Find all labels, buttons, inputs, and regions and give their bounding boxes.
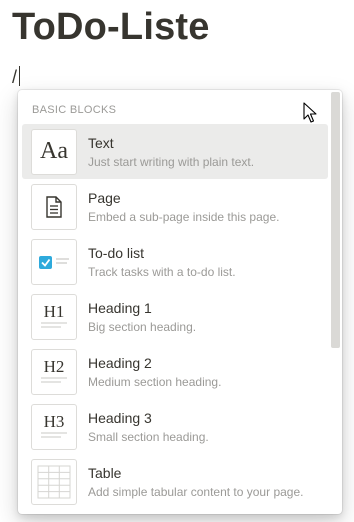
page-icon <box>31 183 77 230</box>
mouse-pointer-icon <box>303 102 317 123</box>
block-option-label: Page <box>88 189 121 206</box>
block-option-label: To-do list <box>88 244 145 261</box>
heading1-lines <box>41 322 67 328</box>
block-option-page[interactable]: Page Embed a sub-page inside this page. <box>22 179 328 234</box>
heading1-icon: H1 <box>31 293 77 340</box>
text-caret <box>19 66 21 86</box>
block-option-description: Just start writing with plain text. <box>88 154 255 169</box>
block-option-heading-1[interactable]: H1 Heading 1 Big section heading. <box>22 289 328 344</box>
block-option-label: Table <box>88 464 122 481</box>
block-option-label: Heading 1 <box>88 299 152 316</box>
text-aa-icon: Aa <box>31 128 77 175</box>
heading3-lines <box>41 432 67 438</box>
heading3-glyph: H3 <box>43 412 65 431</box>
block-insert-menu: BASIC BLOCKS Aa Text Just start writing … <box>18 90 342 514</box>
block-option-description: Medium section heading. <box>88 374 222 389</box>
block-option-label: Heading 3 <box>88 409 152 426</box>
heading1-glyph: H1 <box>43 302 65 321</box>
heading2-icon: H2 <box>31 348 77 395</box>
heading2-lines <box>41 377 67 383</box>
block-option-todo-list[interactable]: To-do list Track tasks with a to-do list… <box>22 234 328 289</box>
block-option-label: Text <box>88 134 114 151</box>
block-list: Aa Text Just start writing with plain te… <box>22 124 328 509</box>
table-grid-glyph <box>37 465 71 498</box>
checkbox-icon <box>31 238 77 285</box>
block-option-label: Heading 2 <box>88 354 152 371</box>
editor-page: ToDo-Liste / BASIC BLOCKS Aa Text Just s… <box>0 0 354 522</box>
block-option-description: Small section heading. <box>88 429 209 444</box>
todo-checkbox-glyph <box>39 255 69 269</box>
block-option-description: Big section heading. <box>88 319 197 334</box>
menu-scrollbar[interactable] <box>331 92 340 348</box>
slash-command-input[interactable]: / <box>12 66 21 88</box>
page-title[interactable]: ToDo-Liste <box>12 6 210 49</box>
block-option-heading-3[interactable]: H3 Heading 3 Small section heading. <box>22 399 328 454</box>
heading3-icon: H3 <box>31 403 77 450</box>
block-option-description: Track tasks with a to-do list. <box>88 264 236 279</box>
section-label-basic-blocks: BASIC BLOCKS <box>32 104 117 116</box>
block-option-heading-2[interactable]: H2 Heading 2 Medium section heading. <box>22 344 328 399</box>
block-option-description: Add simple tabular content to your page. <box>88 484 304 499</box>
heading2-glyph: H2 <box>43 357 65 376</box>
block-option-description: Embed a sub-page inside this page. <box>88 209 280 224</box>
block-option-table[interactable]: Table Add simple tabular content to your… <box>22 454 328 509</box>
text-aa-glyph: Aa <box>40 138 68 164</box>
block-option-text[interactable]: Aa Text Just start writing with plain te… <box>22 124 328 179</box>
page-icon-glyph <box>46 195 62 218</box>
table-icon <box>31 458 77 505</box>
slash-command-text: / <box>12 67 18 87</box>
